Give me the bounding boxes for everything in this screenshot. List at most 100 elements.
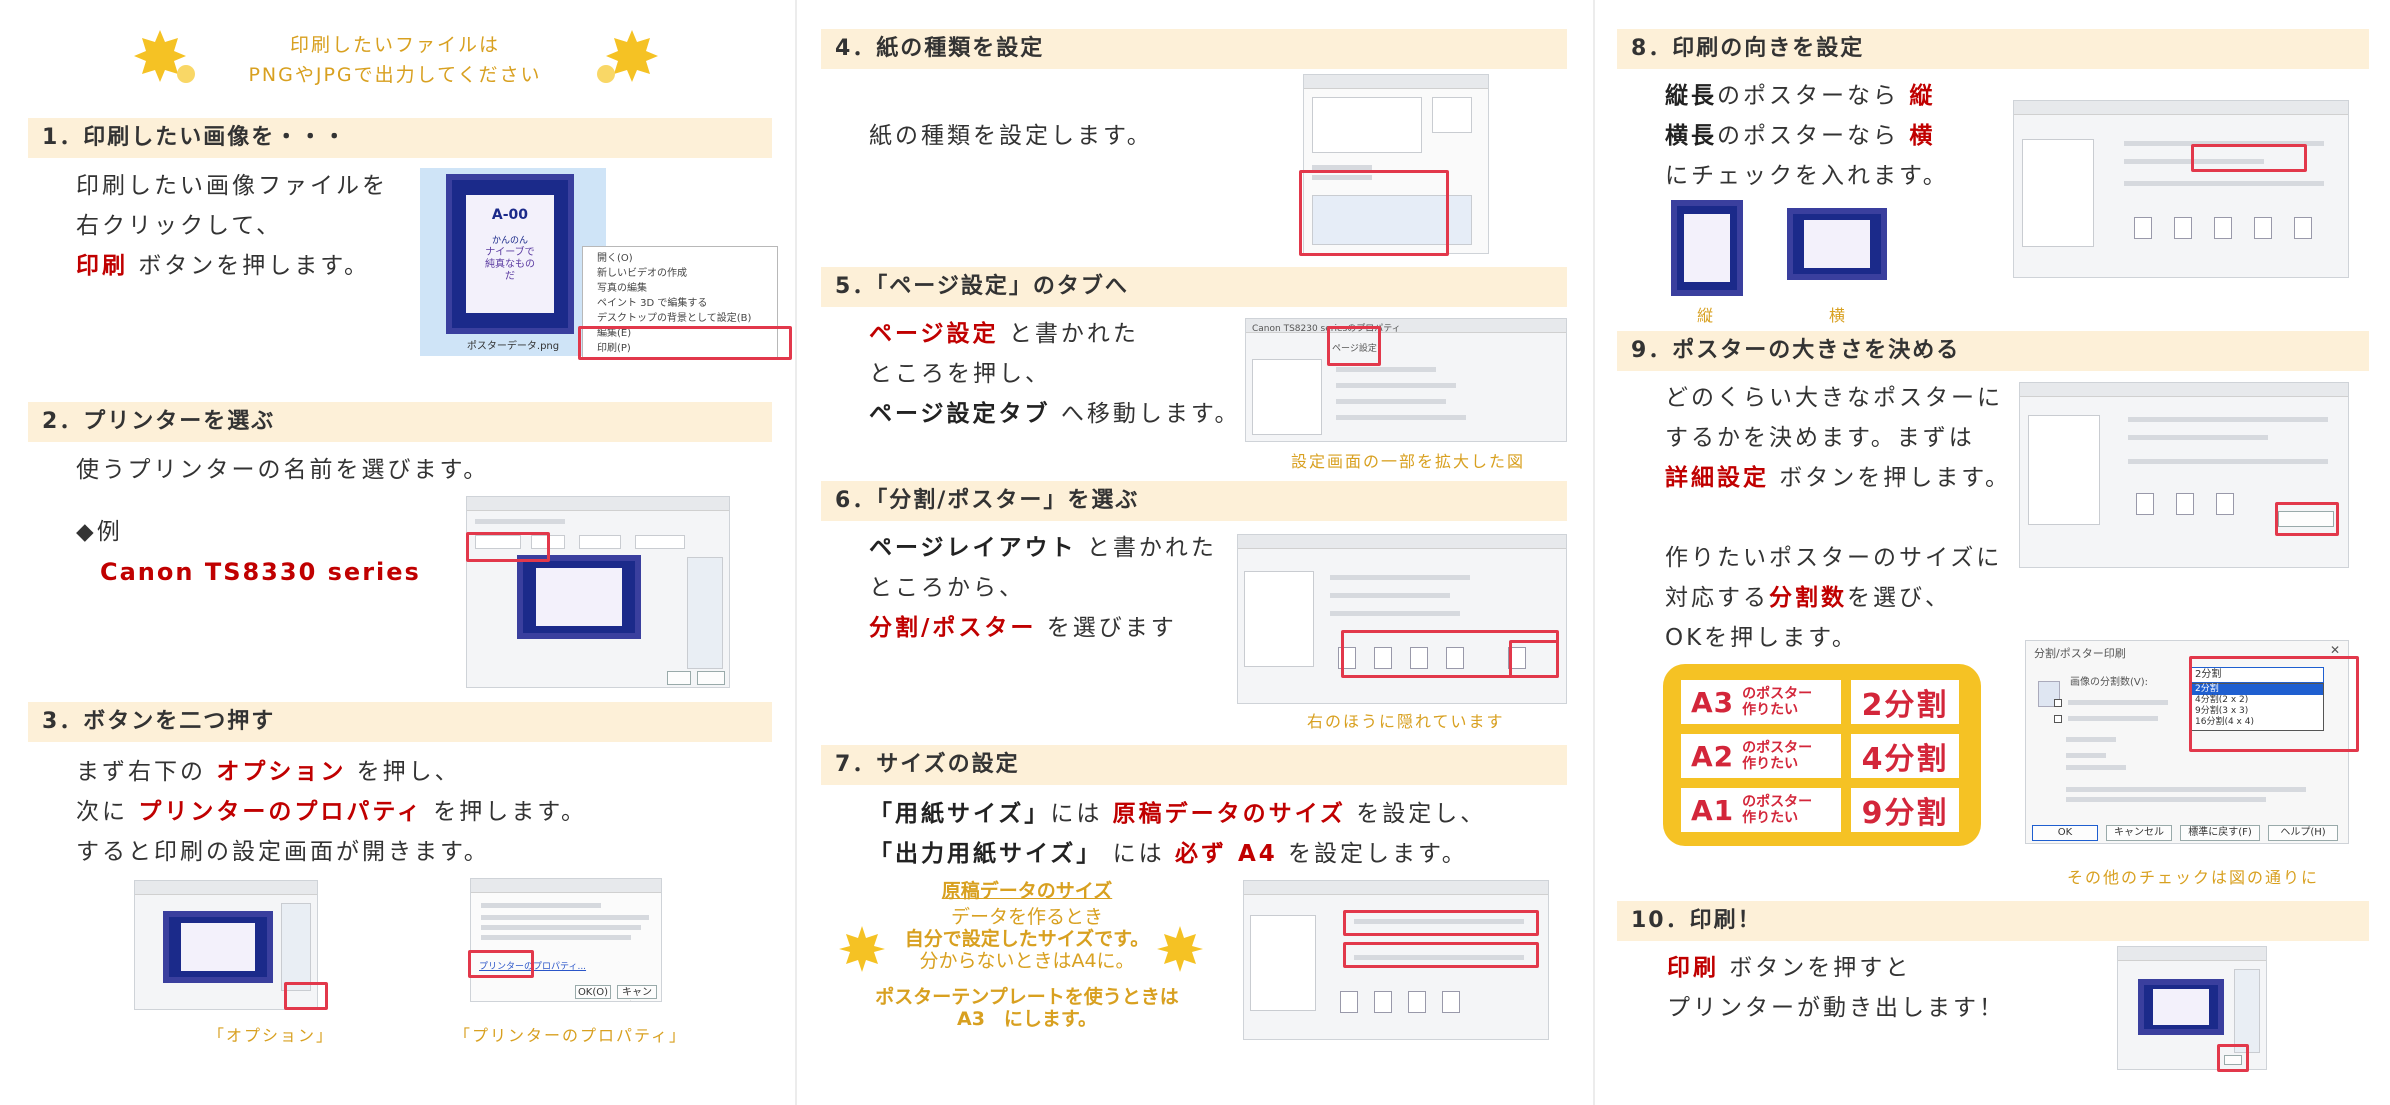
menu-item-edit-photo[interactable]: 写真の編集 (583, 281, 777, 296)
s9-line-6: OKを押します。 (1665, 625, 1858, 651)
checkbox-icon[interactable] (2054, 699, 2062, 707)
menu-item-set-background[interactable]: デスクトップの背景として設定(B) (583, 311, 777, 326)
dialog-line (2066, 765, 2126, 770)
highlight-details-button (2275, 502, 2339, 536)
size-label: A3 (1691, 685, 1735, 719)
size-sub-1: のポスター (1742, 686, 1813, 702)
s1-line-1: 印刷したい画像ファイルを (76, 173, 388, 199)
s9-caption: その他のチェックは図の通りに (2067, 868, 2320, 887)
s8-horizontal-word: 横長 (1665, 123, 1717, 149)
size-sub-2: 作りたい (1742, 756, 1799, 772)
highlight-paper-type (1299, 170, 1449, 256)
s3-caption-options: 「オプション」 (208, 1026, 335, 1045)
vertical-poster-thumbnail (1671, 200, 1743, 296)
checkbox-icon[interactable] (2054, 715, 2062, 723)
s7-l2b: には (1102, 841, 1175, 867)
s8-l2b: のポスターなら (1717, 123, 1910, 149)
thumbnail-strip (281, 903, 311, 991)
layout-screenshot (1237, 534, 1567, 704)
preview-panel (1432, 97, 1472, 133)
poster-inner (1684, 214, 1730, 282)
menu-item-open[interactable]: 開く(O) (583, 251, 777, 266)
dialog-titlebar (471, 879, 661, 893)
column-1: 印刷したいファイルは PNGやJPGで出力してください 1．印刷したい画像を・・… (0, 0, 795, 1105)
s6-l3b: を選びます (1036, 615, 1177, 641)
dialog-cancel-button[interactable]: キャンセル (2106, 825, 2172, 841)
print-dialog-screenshot (466, 496, 730, 688)
s6-line-2: ところから、 (869, 575, 1025, 601)
row-a2-division: 4分割 (1851, 734, 1959, 778)
highlight-print-menu (578, 326, 792, 360)
close-icon[interactable]: ✕ (2330, 643, 2340, 657)
dialog-titlebar (2014, 101, 2348, 115)
poster-subtitle: かんのん (491, 235, 528, 246)
size-sub: のポスター 作りたい (1742, 794, 1812, 826)
s6-poster-label: 分割/ポスター (869, 615, 1037, 641)
dialog-title: 分割/ポスター印刷 (2034, 647, 2126, 660)
menu-item-paint3d[interactable]: ペイント 3D で編集する (583, 296, 777, 311)
menu-item-new-video[interactable]: 新しいビデオの作成 (583, 266, 777, 281)
highlight-paper-size (1343, 910, 1539, 936)
s3-l2a: 次に (76, 799, 139, 825)
dialog-line (481, 903, 601, 908)
dialog-default-button[interactable]: 標準に戻す(F) (2180, 825, 2260, 841)
poster-inner (536, 568, 622, 626)
s9-line-4: 作りたいポスターのサイズに (1665, 545, 2003, 571)
dialog-ok-button[interactable]: OK(O) (575, 985, 611, 999)
s7-line-1: 「用紙サイズ」には 原稿データのサイズ を設定し、 (869, 794, 1486, 834)
s9-details-label: 詳細設定 (1665, 465, 1769, 491)
dialog-print-button[interactable] (667, 671, 691, 685)
dialog-line (2128, 435, 2268, 440)
column-3: 8．印刷の向きを設定 縦長のポスターなら 縦 横長のポスターなら 横 にチェック… (1595, 0, 2390, 1105)
preview-panel (2022, 139, 2094, 247)
s5-caption: 設定画面の一部を拡大した図 (1291, 452, 1526, 471)
dialog-cancel-button[interactable]: キャンセル (617, 985, 657, 999)
size-label: A2 (1691, 739, 1735, 773)
highlight-orientation (2191, 144, 2307, 172)
dialog-help-button[interactable]: ヘルプ(H) (2268, 825, 2338, 841)
highlight-division-select (2189, 656, 2359, 752)
s7-l1e: を設定し、 (1345, 801, 1487, 827)
s5-l3b: へ移動します。 (1050, 401, 1241, 427)
dialog-line (481, 925, 641, 930)
thumbnail-strip (2234, 969, 2260, 1053)
section-5-header: 5．「ページ設定」のタブへ (821, 267, 1567, 307)
section-8-header: 8．印刷の向きを設定 (1617, 29, 2369, 69)
s5-line-3: ページ設定タブ へ移動します。 (869, 394, 1241, 434)
layout-icon (2214, 217, 2232, 239)
section-1-header: 1．印刷したい画像を・・・ (28, 118, 772, 158)
dialog-line (1330, 575, 1470, 580)
dialog-titlebar (1244, 881, 1548, 895)
poster-title: A-00 (491, 206, 529, 223)
s5-line-1: ページ設定 と書かれた (869, 314, 1139, 354)
dialog-cancel-button[interactable] (697, 671, 725, 685)
section-6-header: 6．「分割/ポスター」を選ぶ (821, 481, 1567, 521)
s1-print-label: 印刷 (76, 253, 128, 279)
dialog-line (1336, 367, 1436, 372)
section-2-header: 2．プリンターを選ぶ (28, 402, 772, 442)
settings-panel (1312, 97, 1422, 153)
s8-caption-horizontal: 横 (1829, 306, 1848, 325)
s8-line-2: 横長のポスターなら 横 (1665, 116, 1935, 156)
dialog-poster-preview (163, 911, 273, 983)
s7-output-size-label: 「出力用紙サイズ」 (869, 841, 1103, 867)
intro-line-2: PNGやJPGで出力してください (248, 64, 542, 86)
s7-paper-size-label: 用紙サイズ」 (895, 801, 1051, 827)
page-setup-screenshot: Canon TS8230 seriesのプロパティ ページ設定 (1245, 318, 1567, 442)
s9-line-3: 詳細設定 ボタンを押します。 (1665, 458, 2011, 498)
preview-panel (1250, 915, 1316, 1011)
dialog-line (2066, 753, 2106, 758)
s8-vertical-label: 縦 (1909, 83, 1936, 109)
layout-icon (1408, 991, 1426, 1013)
s5-page-setup-tab-label: ページ設定タブ (869, 401, 1051, 427)
poster-inner (2152, 989, 2210, 1025)
orientation-screenshot (2013, 100, 2349, 278)
s8-vertical-word: 縦長 (1665, 83, 1717, 109)
type-select (635, 535, 685, 549)
size-sub: のポスター 作りたい (1742, 740, 1812, 772)
highlight-printer-select (466, 532, 550, 562)
section-10-header: 10．印刷！ (1617, 901, 2369, 941)
dialog-line (2066, 787, 2306, 792)
layout-icon (1442, 991, 1460, 1013)
dialog-ok-button[interactable]: OK (2032, 825, 2098, 841)
